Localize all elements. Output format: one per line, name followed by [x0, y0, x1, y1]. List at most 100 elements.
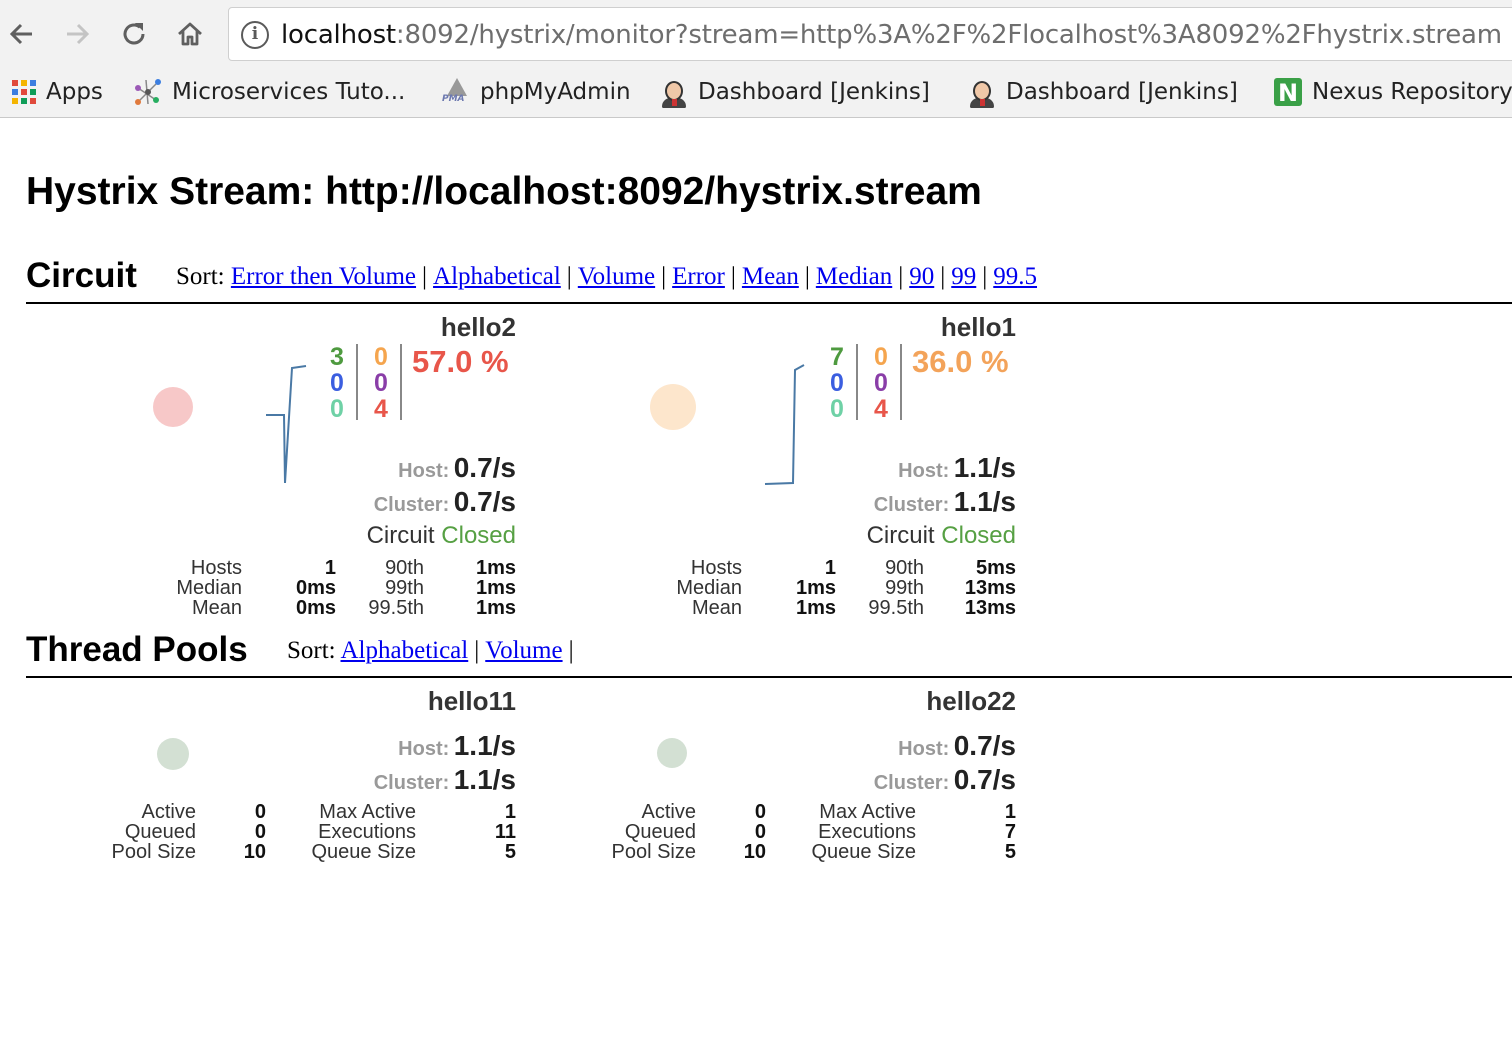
bookmark-phpmyadmin[interactable]: PMA phpMyAdmin — [442, 74, 631, 110]
sort-mean[interactable]: Mean — [742, 263, 799, 290]
address-bar[interactable]: localhost:8092/hystrix/monitor?stream=ht… — [228, 7, 1512, 61]
circuit-sort-bar: Sort: Error then Volume | Alphabetical | Vol… — [176, 263, 1038, 290]
thread-pools-sort-bar: Sort: Alphabetical | Volume | — [287, 637, 574, 664]
pool-values-2: 1 7 5 — [936, 802, 1016, 862]
host-label: Host: — [898, 460, 950, 482]
pool-labels-1: Active Queued Pool Size — [586, 801, 697, 862]
host-rate: Host: 1.1/s — [898, 452, 1016, 484]
sort-error[interactable]: Error — [672, 263, 725, 290]
stats-values-1: 1 1ms 1ms — [756, 558, 836, 618]
stat-value: 0 — [754, 821, 766, 843]
health-bubble — [153, 387, 193, 427]
stat-value: 1ms — [795, 577, 836, 599]
stat-label: 90th — [885, 557, 924, 579]
rejected-count: 0 — [874, 369, 888, 397]
circuit-name: hello2 — [440, 312, 516, 342]
url-text[interactable]: localhost:8092/hystrix/monitor?stream=ht… — [281, 19, 1502, 51]
stat-value: 0 — [754, 801, 766, 823]
circuit-status: Circuit Closed — [367, 522, 516, 550]
sort-volume[interactable]: Volume — [578, 263, 655, 290]
stats-labels-2: 90th 99th 99.5th — [846, 558, 924, 618]
host-rate: Host: 1.1/s — [398, 730, 516, 762]
host-rate: Host: 0.7/s — [398, 452, 516, 484]
cluster-label: Cluster: — [373, 494, 450, 516]
info-icon[interactable] — [241, 21, 269, 49]
circuit-card: hello2 3 0 0 0 0 4 57.0 % Host: 0.7/s Cl… — [16, 310, 516, 620]
stat-value: 13ms — [964, 577, 1016, 599]
stats-values-2: 1ms 1ms 1ms — [436, 558, 516, 618]
reload-button[interactable] — [114, 14, 154, 54]
nexus-icon: N — [1274, 78, 1302, 107]
counts-right: 0 0 4 — [366, 344, 396, 422]
back-button[interactable] — [2, 14, 42, 54]
cluster-rate: Cluster: 1.1/s — [874, 486, 1016, 518]
bookmark-label: Microservices Tuto... — [172, 79, 406, 105]
sort-alphabetical[interactable]: Alphabetical — [341, 637, 469, 664]
stat-label: 99th — [885, 577, 924, 599]
stat-value: 5ms — [975, 557, 1016, 579]
short-circuited-count: 0 — [330, 369, 344, 397]
stat-value: 10 — [243, 841, 266, 863]
circuit-status: Circuit Closed — [867, 522, 1016, 550]
stat-label: Max Active — [819, 801, 916, 823]
status-prefix: Circuit — [366, 522, 435, 549]
success-count: 3 — [330, 343, 344, 371]
cluster-value: 1.1/s — [953, 486, 1016, 517]
bookmarks-bar: Apps Microservices Tuto... PMA phpMyAdmi… — [0, 66, 1512, 118]
pool-labels-1: Active Queued Pool Size — [86, 802, 197, 862]
sort-error-then-volume[interactable]: Error then Volume — [231, 263, 416, 290]
stat-label: Executions — [318, 821, 416, 843]
network-icon — [135, 79, 161, 105]
stat-value: 1ms — [795, 597, 836, 619]
sort-volume[interactable]: Volume — [485, 637, 562, 664]
health-bubble — [650, 384, 696, 430]
counts-right: 0 0 4 — [866, 344, 896, 422]
sort-99-5[interactable]: 99.5 — [993, 263, 1037, 290]
forward-button[interactable] — [57, 14, 97, 54]
sort-label: Sort: — [176, 263, 225, 290]
stat-label: 99.5th — [368, 597, 424, 619]
jenkins-icon — [660, 78, 688, 108]
stat-label: Executions — [818, 821, 916, 843]
circuit-card: hello1 7 0 0 0 0 4 36.0 % Host: 1.1/s Cl… — [516, 310, 1016, 620]
counts-left: 3 0 0 — [322, 344, 352, 422]
home-button[interactable] — [170, 14, 210, 54]
failure-count: 4 — [874, 395, 888, 423]
pool-name: hello11 — [427, 686, 516, 716]
timeout-count: 0 — [874, 343, 888, 371]
stat-label: 90th — [385, 557, 424, 579]
stat-value: 11 — [494, 821, 516, 843]
stat-value: 0ms — [295, 597, 336, 619]
pool-name: hello22 — [926, 686, 1016, 716]
bookmark-label: Dashboard [Jenkins] — [1006, 79, 1238, 105]
sort-99[interactable]: 99 — [951, 263, 976, 290]
bookmark-jenkins-1[interactable]: Dashboard [Jenkins] — [660, 74, 930, 110]
error-percentage: 57.0 % — [412, 344, 509, 379]
bookmark-jenkins-2[interactable]: Dashboard [Jenkins] — [968, 74, 1238, 110]
sort-90[interactable]: 90 — [909, 263, 934, 290]
bookmark-label: Apps — [46, 79, 103, 105]
pool-bubble — [157, 738, 189, 770]
stat-value: 0 — [254, 801, 266, 823]
stat-value: 10 — [743, 841, 766, 863]
pool-values-1: 0 0 10 — [706, 802, 766, 862]
sort-median[interactable]: Median — [816, 263, 892, 290]
sort-alphabetical[interactable]: Alphabetical — [433, 263, 561, 290]
page-title: Hystrix Stream: http://localhost:8092/hy… — [26, 170, 982, 213]
bookmark-apps[interactable]: Apps — [12, 74, 103, 110]
stat-value: 1 — [1004, 801, 1016, 823]
bookmark-nexus[interactable]: N Nexus Repository — [1274, 74, 1512, 110]
stat-label: Active — [641, 801, 696, 823]
counts-left: 7 0 0 — [822, 344, 852, 422]
bookmark-microservices[interactable]: Microservices Tuto... — [134, 74, 405, 110]
stat-value: 1ms — [475, 577, 516, 599]
stat-value: 7 — [1004, 821, 1016, 843]
stat-label: Queued — [124, 821, 196, 843]
cluster-value: 1.1/s — [453, 764, 516, 795]
status-value: Closed — [441, 522, 516, 549]
home-icon — [178, 22, 202, 46]
stat-label: Median — [176, 577, 242, 599]
thread-pool-card: hello22 Host: 0.7/s Cluster: 0.7/s Activ… — [516, 684, 1017, 874]
host-rate: Host: 0.7/s — [898, 730, 1016, 762]
rejected-count: 0 — [374, 369, 388, 397]
